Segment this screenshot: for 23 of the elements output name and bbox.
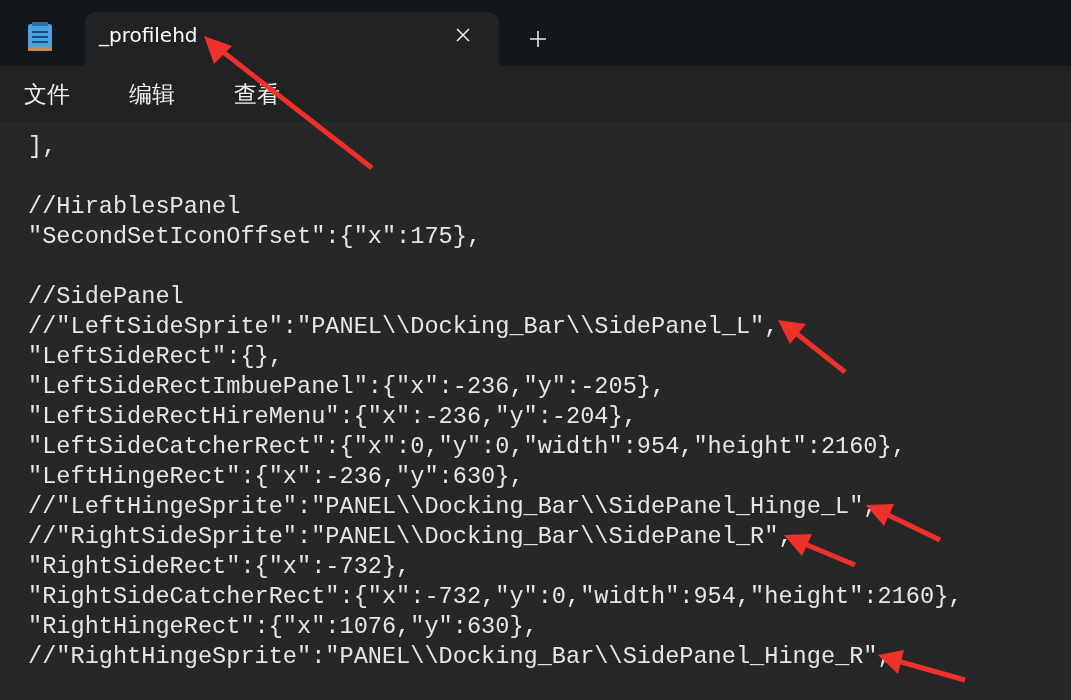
code-line: "LeftSideCatcherRect":{"x":0,"y":0,"width":954,"height":2160}, (28, 432, 906, 462)
menu-item[interactable]: 编辑 (119, 74, 185, 114)
code-line: //"RightSideSprite":"PANEL\\Docking_Bar\\SidePanel_R", (28, 522, 793, 552)
code-line: //HirablesPanel (28, 192, 241, 222)
plus-icon (529, 30, 547, 48)
code-line: "RightSideCatcherRect":{"x":-732,"y":0,"width":954,"height":2160}, (28, 582, 963, 612)
code-line: "RightHingeRect":{"x":1076,"y":630}, (28, 612, 538, 642)
code-line: //SidePanel (28, 282, 184, 312)
code-line: "LeftSideRect":{}, (28, 342, 283, 372)
file-tab[interactable]: _profilehd (85, 12, 499, 66)
code-line: "SecondSetIconOffset":{"x":175}, (28, 222, 482, 252)
code-line: "LeftHingeRect":{"x":-236,"y":630}, (28, 462, 524, 492)
code-line: ], (28, 132, 57, 162)
code-line: //"LeftHingeSprite":"PANEL\\Docking_Bar\\SidePanel_Hinge_L", (28, 492, 878, 522)
annotation-arrow (778, 320, 847, 374)
code-line: "LeftSideRectHireMenu":{"x":-236,"y":-204}, (28, 402, 637, 432)
menu-item[interactable]: 文件 (14, 74, 80, 114)
notepad-icon (27, 22, 53, 52)
code-line: "RightSideRect":{"x":-732}, (28, 552, 411, 582)
code-line: //"LeftSideSprite":"PANEL\\Docking_Bar\\SidePanel_L", (28, 312, 779, 342)
code-line: "LeftSideRectImbuePanel":{"x":-236,"y":-205}, (28, 372, 666, 402)
code-line: //"RightHingeSprite":"PANEL\\Docking_Bar\\SidePanel_Hinge_R", (28, 642, 892, 672)
close-icon[interactable] (455, 27, 471, 43)
